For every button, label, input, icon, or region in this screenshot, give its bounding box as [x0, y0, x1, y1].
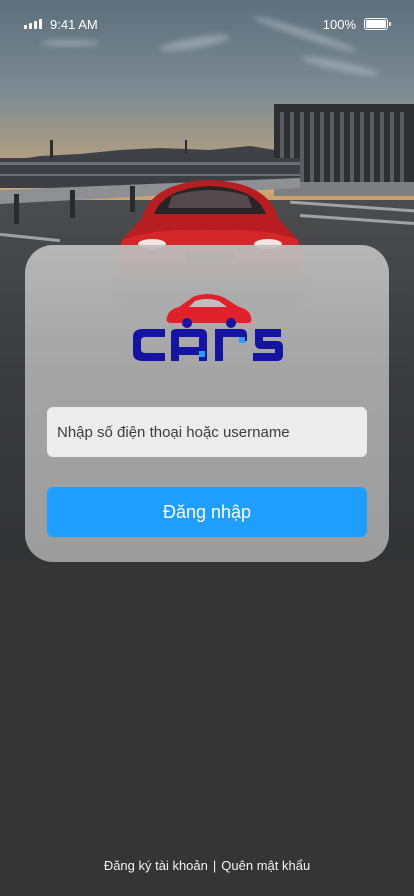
status-time: 9:41 AM — [50, 16, 98, 32]
car-logo-icon — [133, 294, 283, 361]
signal-icon — [24, 19, 42, 29]
battery-icon — [364, 18, 391, 30]
forgot-password-link[interactable]: Quên mật khẩu — [221, 858, 310, 873]
footer-links: Đăng ký tài khoản | Quên mật khẩu — [0, 858, 414, 873]
status-right: 100% — [322, 16, 391, 32]
footer-separator: | — [212, 858, 217, 873]
battery-percent: 100% — [322, 16, 356, 32]
status-bar: 9:41 AM 100% — [0, 0, 414, 48]
battery-level — [366, 20, 386, 28]
login-card: Đăng nhập — [25, 245, 389, 562]
status-left: 9:41 AM — [24, 17, 98, 32]
register-link[interactable]: Đăng ký tài khoản — [104, 858, 208, 873]
login-button[interactable]: Đăng nhập — [47, 487, 367, 537]
username-input[interactable] — [47, 407, 367, 457]
